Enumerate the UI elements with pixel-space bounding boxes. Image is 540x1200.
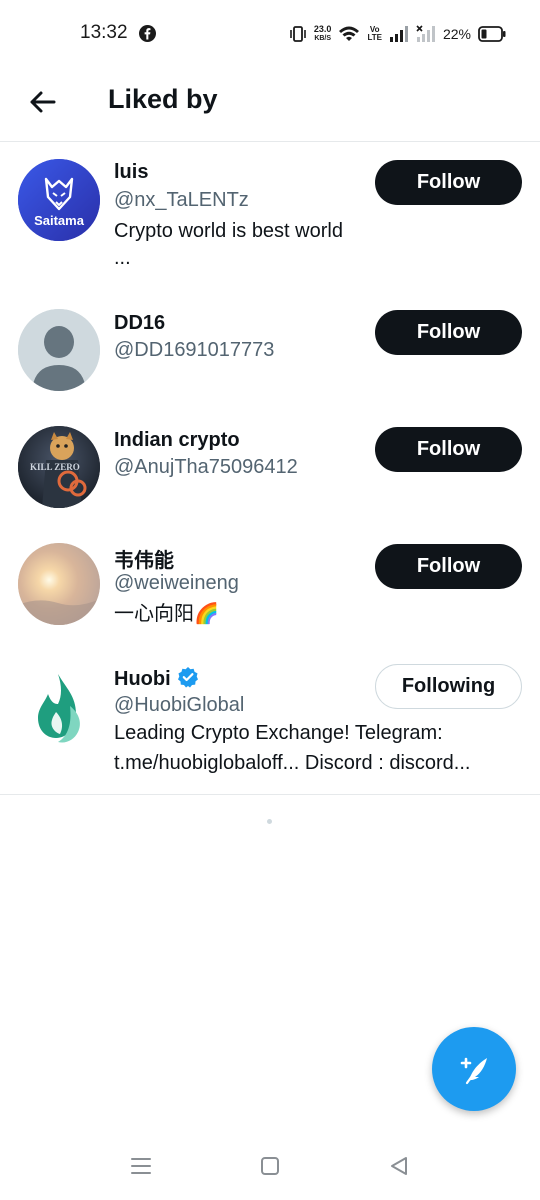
user-bio: Crypto world is best world ... xyxy=(114,216,524,270)
user-row[interactable]: DD16 @DD1691017773 Follow xyxy=(0,292,540,406)
default-profile-icon xyxy=(18,309,100,391)
signal-icon xyxy=(389,26,408,42)
sunlight-photo-icon xyxy=(18,543,100,625)
vibrate-icon xyxy=(290,26,306,42)
user-handle: @AnujTha75096412 xyxy=(114,456,298,478)
user-handle: @nx_TaLENTz xyxy=(114,189,249,211)
liked-by-screen: 13:32 23.0 KB/S Vo LTE 22% Liked by Sait… xyxy=(0,0,540,1200)
back-button[interactable] xyxy=(24,84,60,120)
user-handle: @DD1691017773 xyxy=(114,339,275,361)
bio-line: Leading Crypto Exchange! Telegram: xyxy=(114,722,443,744)
avatar[interactable] xyxy=(18,309,100,391)
wifi-icon xyxy=(339,26,360,41)
avatar[interactable] xyxy=(18,664,100,746)
loading-indicator xyxy=(267,819,272,824)
status-bar: 13:32 23.0 KB/S Vo LTE 22% xyxy=(0,0,540,68)
user-name[interactable]: Huobi xyxy=(114,666,199,691)
user-row[interactable]: KILL ZERO Indian crypto @AnujTha75096412… xyxy=(0,409,540,523)
verified-badge-icon xyxy=(177,667,198,688)
page-title: Liked by xyxy=(108,84,218,114)
compose-tweet-button[interactable] xyxy=(432,1027,516,1111)
volte-indicator: Vo LTE xyxy=(367,26,382,42)
follow-button[interactable]: Follow xyxy=(375,544,522,589)
net-speed: 23.0 KB/S xyxy=(314,25,332,43)
bio-line: ... xyxy=(114,247,131,269)
no-signal-icon xyxy=(416,25,435,42)
avatar-text: KILL ZERO xyxy=(30,462,80,472)
status-icons: 23.0 KB/S Vo LTE 22% xyxy=(289,22,506,46)
user-name[interactable]: luis xyxy=(114,161,148,184)
user-name[interactable]: Indian crypto xyxy=(114,429,240,452)
system-nav-bar xyxy=(0,1140,540,1200)
avatar-text: Saitama xyxy=(34,213,85,228)
compose-tweet-icon xyxy=(460,1057,487,1085)
menu-icon[interactable] xyxy=(131,1156,151,1176)
user-name[interactable]: 韦伟能 xyxy=(114,544,174,573)
user-row[interactable]: 韦伟能 @weiweineng 一心向阳🌈 Follow xyxy=(0,526,540,652)
arrow-left-icon xyxy=(30,91,56,113)
user-handle: @HuobiGlobal xyxy=(114,694,245,716)
home-square-icon[interactable] xyxy=(260,1156,280,1176)
follow-button[interactable]: Follow xyxy=(375,310,522,355)
user-bio: Leading Crypto Exchange! Telegram: t.me/… xyxy=(114,718,524,778)
bio-line: Crypto world is best world xyxy=(114,220,343,242)
avatar[interactable]: KILL ZERO xyxy=(18,426,100,508)
net-speed-value: 23.0 xyxy=(313,24,332,34)
following-button[interactable]: Following xyxy=(375,664,522,709)
bio-line: 一心向阳🌈 xyxy=(114,603,219,625)
list-divider xyxy=(0,794,540,795)
follow-button[interactable]: Follow xyxy=(375,427,522,472)
user-row[interactable]: Huobi @HuobiGlobal Leading Crypto Exchan… xyxy=(0,647,540,793)
avatar[interactable]: Saitama xyxy=(18,159,100,241)
battery-icon xyxy=(478,26,506,42)
follow-button[interactable]: Follow xyxy=(375,160,522,205)
volte-bottom: LTE xyxy=(367,33,382,42)
huobi-flame-logo-icon xyxy=(18,664,100,746)
back-triangle-icon[interactable] xyxy=(389,1156,409,1176)
battery-percent: 22% xyxy=(442,26,471,42)
user-handle: @weiweineng xyxy=(114,572,239,594)
app-header: Liked by xyxy=(0,68,540,142)
user-name[interactable]: DD16 xyxy=(114,312,165,335)
avatar[interactable] xyxy=(18,543,100,625)
user-bio: 一心向阳🌈 xyxy=(114,599,524,629)
user-name-text: Huobi xyxy=(114,668,171,690)
net-speed-unit: KB/S xyxy=(314,35,332,42)
facebook-icon xyxy=(139,25,156,42)
saitama-logo-icon: Saitama xyxy=(18,159,100,241)
bio-line: t.me/huobiglobaloff... Discord : discord… xyxy=(114,752,471,774)
game-character-avatar-icon: KILL ZERO xyxy=(18,426,100,508)
status-time: 13:32 xyxy=(80,22,128,43)
user-row[interactable]: Saitama luis @nx_TaLENTz Crypto world is… xyxy=(0,142,540,278)
